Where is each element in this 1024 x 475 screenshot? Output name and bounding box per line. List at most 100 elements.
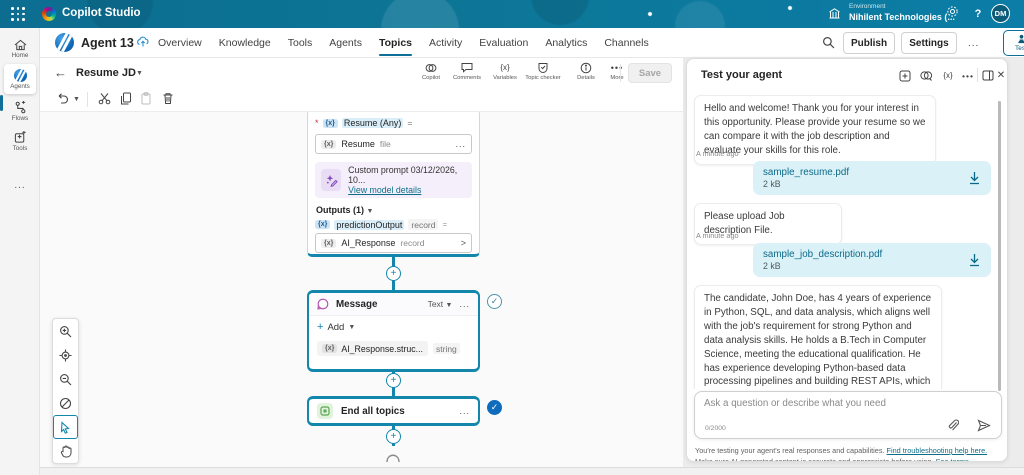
- tab-agents[interactable]: Agents: [329, 28, 362, 58]
- tab-topics[interactable]: Topics: [379, 28, 412, 58]
- copilot-action-button[interactable]: Copilot: [415, 61, 447, 81]
- agent-header: Agent 13 Overview Knowledge Tools Agents…: [40, 28, 1024, 58]
- tab-tools[interactable]: Tools: [288, 28, 313, 58]
- add-node-button[interactable]: +: [386, 373, 401, 388]
- paste-icon[interactable]: [140, 92, 152, 105]
- zoom-out-icon[interactable]: [53, 367, 78, 391]
- chat-transcript[interactable]: Hello and welcome! Thank you for your in…: [687, 91, 1008, 389]
- char-counter: 0/2000: [705, 425, 726, 432]
- tab-knowledge[interactable]: Knowledge: [219, 28, 271, 58]
- test-button[interactable]: Test: [1003, 30, 1024, 56]
- download-icon[interactable]: [968, 253, 981, 267]
- chevron-right-icon[interactable]: >: [461, 238, 466, 248]
- trace-check-icon: ✓: [487, 294, 502, 309]
- message-variable-chip[interactable]: {x} AI_Response.struc...: [317, 341, 428, 356]
- variable-token: {x}: [321, 140, 336, 149]
- row-more-icon[interactable]: ...: [455, 139, 466, 149]
- back-icon[interactable]: ←: [54, 65, 67, 80]
- end-all-topics-node[interactable]: End all topics ...: [307, 396, 480, 426]
- output-row[interactable]: {x} AI_Response record >: [315, 233, 472, 253]
- sidebar-item-home[interactable]: Home: [4, 34, 36, 64]
- settings-gear-icon[interactable]: [946, 5, 964, 23]
- environment-name[interactable]: Nihilent Technologies (...: [849, 12, 955, 22]
- add-button[interactable]: + Add ▼: [317, 321, 355, 333]
- undo-chevron-icon[interactable]: ▼: [73, 96, 80, 103]
- sidebar-item-tools[interactable]: Tools: [4, 126, 36, 156]
- output-row-type: record: [400, 238, 424, 248]
- outputs-header[interactable]: Outputs (1) ▼: [316, 205, 373, 215]
- publish-button[interactable]: Publish: [843, 32, 895, 54]
- zoom-in-icon[interactable]: [53, 319, 78, 343]
- copy-icon[interactable]: [120, 92, 132, 105]
- close-panel-icon[interactable]: ✕: [993, 68, 1008, 83]
- agent-logo: [55, 33, 74, 52]
- file-name: sample_job_description.pdf: [763, 249, 981, 260]
- node-more-icon[interactable]: ...: [459, 406, 470, 416]
- sidebar-item-flows[interactable]: Flows: [4, 96, 36, 126]
- horizontal-scrollbar-strip[interactable]: [40, 467, 1024, 475]
- prompt-input-row[interactable]: {x} Resume file ...: [315, 134, 472, 154]
- variables-button[interactable]: {x} Variables: [489, 61, 521, 81]
- settings-button[interactable]: Settings: [901, 32, 957, 54]
- flow-canvas[interactable]: * {x} Resume (Any) = {x} Resume file ...…: [40, 112, 683, 467]
- activity-map-icon[interactable]: [918, 68, 934, 83]
- panel-more-icon[interactable]: •••: [960, 68, 976, 83]
- user-file-message[interactable]: sample_job_description.pdf 2 kB: [753, 243, 991, 277]
- comments-button[interactable]: Comments: [451, 61, 483, 81]
- node-more-icon[interactable]: ...: [459, 299, 470, 309]
- input-name: Resume: [341, 139, 375, 149]
- more-options-icon[interactable]: ...: [968, 38, 979, 49]
- chat-input[interactable]: [704, 398, 944, 409]
- select-tool-icon[interactable]: [53, 415, 78, 439]
- output-row-name: AI_Response: [341, 238, 395, 248]
- tab-activity[interactable]: Activity: [429, 28, 462, 58]
- reset-zoom-icon[interactable]: [53, 391, 78, 415]
- delete-icon[interactable]: [162, 92, 174, 105]
- chevron-down-icon: ▼: [348, 324, 355, 331]
- tab-analytics[interactable]: Analytics: [545, 28, 587, 58]
- cut-icon[interactable]: [98, 92, 111, 105]
- see-terms-link[interactable]: See terms: [936, 457, 969, 462]
- variables-icon[interactable]: {x}: [940, 68, 956, 83]
- timestamp: A minute ago: [696, 231, 739, 240]
- center-view-icon[interactable]: [53, 343, 78, 367]
- view-model-details-link[interactable]: View model details: [348, 185, 466, 195]
- input-variable-name[interactable]: Resume (Any): [342, 118, 404, 128]
- details-button[interactable]: Details: [570, 61, 602, 81]
- bot-message: The candidate, John Doe, has 4 years of …: [694, 285, 942, 389]
- trace-check-filled-icon: ✓: [487, 400, 502, 415]
- search-icon[interactable]: [822, 36, 835, 49]
- help-icon[interactable]: ?: [969, 5, 987, 23]
- user-file-message[interactable]: sample_resume.pdf 2 kB: [753, 161, 991, 195]
- waffle-menu-icon[interactable]: [11, 7, 25, 21]
- new-chat-icon[interactable]: [897, 68, 913, 83]
- chat-scrollbar[interactable]: [998, 101, 1001, 391]
- download-icon[interactable]: [968, 171, 981, 185]
- save-button[interactable]: Save: [628, 63, 672, 83]
- pan-hand-icon[interactable]: [53, 439, 78, 463]
- sidebar-item-agents[interactable]: Agents: [4, 64, 36, 94]
- chevron-down-icon: ▼: [367, 208, 374, 215]
- tab-evaluation[interactable]: Evaluation: [479, 28, 528, 58]
- avatar[interactable]: DM: [991, 4, 1010, 23]
- sidebar-more-icon[interactable]: ...: [0, 180, 40, 191]
- topic-checker-button[interactable]: Topic checker: [527, 61, 559, 81]
- chat-input-box: 0/2000: [694, 391, 1002, 439]
- undo-icon[interactable]: [56, 92, 69, 105]
- flow-end-icon: [384, 448, 402, 463]
- add-node-button[interactable]: +: [386, 266, 401, 281]
- top-app-bar: Copilot Studio Environment Nihilent Tech…: [0, 0, 1024, 28]
- add-node-button[interactable]: +: [386, 429, 401, 444]
- send-icon[interactable]: [977, 419, 991, 432]
- custom-prompt-card[interactable]: Custom prompt 03/12/2026, 10... View mod…: [315, 162, 472, 198]
- prompt-node[interactable]: * {x} Resume (Any) = {x} Resume file ...…: [307, 112, 480, 257]
- message-mode-dropdown[interactable]: Text ▼: [428, 299, 453, 309]
- tab-overview[interactable]: Overview: [158, 28, 202, 58]
- agent-status-icon[interactable]: [137, 36, 149, 48]
- tab-channels[interactable]: Channels: [604, 28, 648, 58]
- output-variable-name[interactable]: predictionOutput: [334, 220, 404, 230]
- troubleshooting-link[interactable]: Find troubleshooting help here.: [887, 446, 988, 455]
- message-node[interactable]: Message Text ▼ ... + Add ▼ {x} AI_Respon…: [307, 290, 480, 372]
- attach-icon[interactable]: [947, 419, 959, 432]
- chevron-down-icon[interactable]: ▼: [136, 70, 143, 77]
